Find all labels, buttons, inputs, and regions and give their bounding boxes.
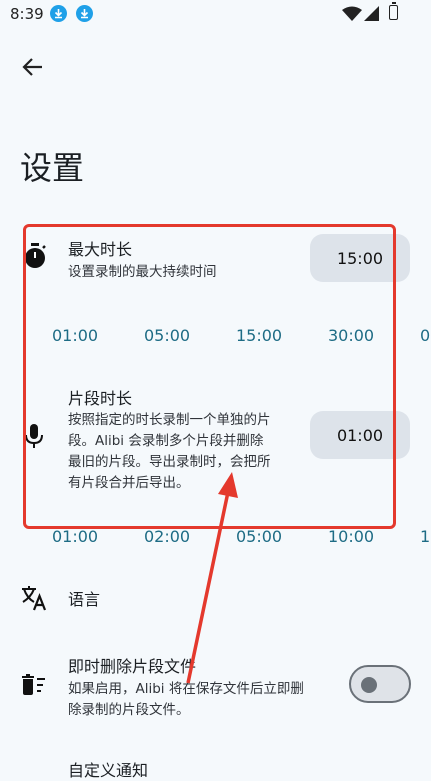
translate-icon	[22, 586, 47, 611]
wifi-icon	[342, 6, 362, 21]
delete-segments-title: 即时删除片段文件	[68, 657, 197, 676]
segment-duration-option[interactable]: 01:00	[52, 527, 98, 546]
segment-duration-option[interactable]: 1	[420, 527, 430, 546]
delete-sweep-icon	[22, 674, 45, 695]
segment-duration-option[interactable]: 10:00	[328, 527, 374, 546]
cellular-signal-icon	[364, 6, 379, 21]
status-time: 8:39	[10, 5, 44, 23]
max-duration-option[interactable]: 0	[420, 326, 430, 345]
language-title[interactable]: 语言	[68, 586, 100, 610]
annotation-arrow	[186, 472, 238, 684]
download-notification-icon	[76, 5, 93, 22]
toggle-knob	[361, 677, 377, 693]
download-notification-icon	[50, 5, 67, 22]
page-title: 设置	[20, 149, 85, 187]
battery-icon	[389, 2, 398, 20]
custom-notification-title[interactable]: 自定义通知	[68, 757, 148, 781]
back-arrow-icon[interactable]	[20, 54, 46, 80]
delete-segments-toggle[interactable]	[349, 665, 411, 703]
